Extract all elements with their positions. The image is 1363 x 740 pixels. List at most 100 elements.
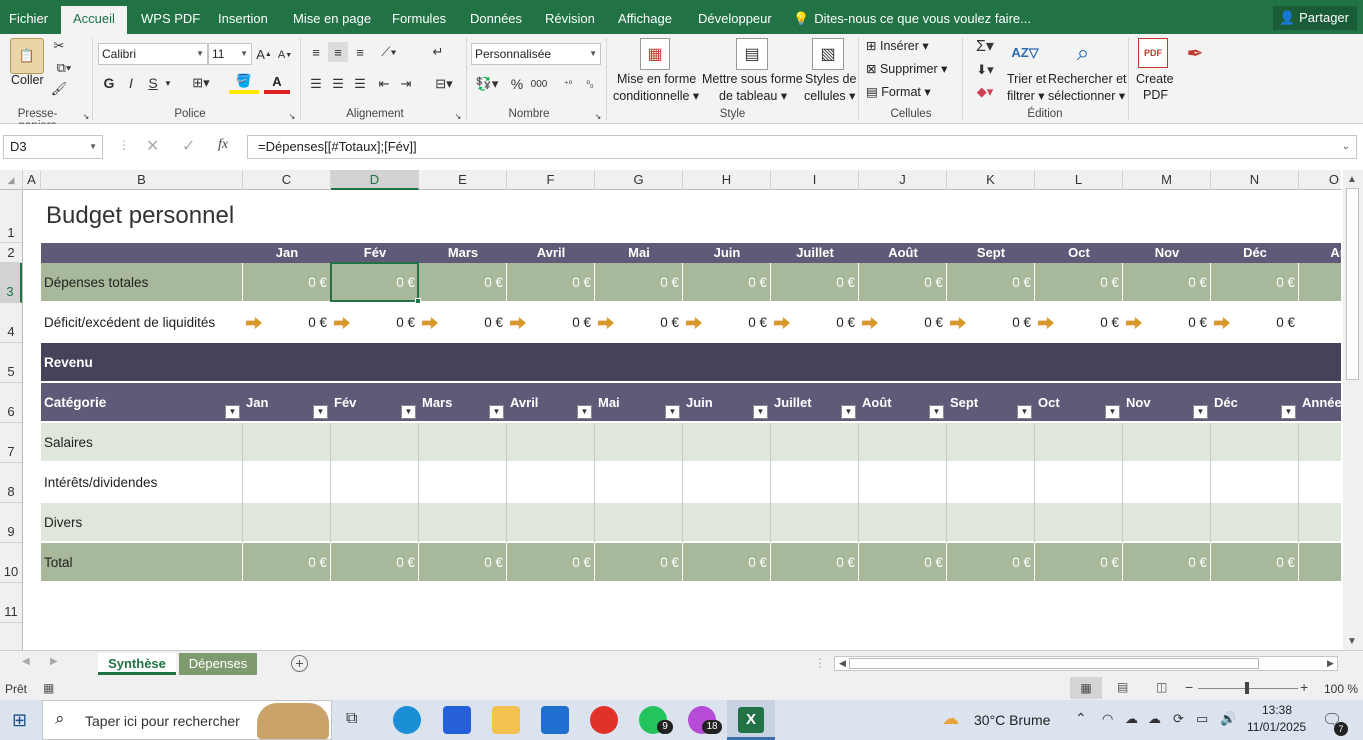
align-left-icon[interactable]: ☰	[306, 74, 326, 94]
column-header[interactable]: A	[23, 170, 41, 190]
total-value[interactable]: 0 €	[683, 555, 769, 570]
chevron-down-icon[interactable]: ▼	[163, 76, 173, 90]
clock-time[interactable]: 13:38	[1262, 703, 1292, 717]
tab-donnees[interactable]: Données	[470, 0, 522, 34]
scroll-right-icon[interactable]: ▶	[1327, 658, 1334, 669]
tab-affichage[interactable]: Affichage	[618, 0, 672, 34]
zoom-in-icon[interactable]: +	[1300, 679, 1308, 695]
total-value[interactable]: 0 €	[1211, 555, 1297, 570]
sort-filter-label-1[interactable]: Trier et	[1007, 72, 1046, 86]
row-header[interactable]: 9	[0, 503, 22, 543]
scroll-left-icon[interactable]: ◀	[839, 658, 846, 669]
deficit-value[interactable]: 0 €	[859, 315, 945, 330]
windows-start-icon[interactable]: ⊞	[12, 710, 27, 731]
insert-cells-button[interactable]: ⊞ Insérer ▾	[866, 38, 929, 53]
file-explorer-icon[interactable]	[492, 706, 520, 734]
delete-cells-button[interactable]: ⊠ Supprimer ▾	[866, 61, 947, 76]
cut-icon[interactable]: ✂	[50, 38, 68, 54]
tell-me-box[interactable]: 💡 Dites-nous ce que vous voulez faire...	[793, 0, 1031, 34]
expense-value[interactable]: 0 €	[1211, 275, 1297, 290]
total-value[interactable]: 0 €	[859, 555, 945, 570]
row-header[interactable]: 3	[0, 263, 22, 303]
sync-icon[interactable]: ⟳	[1173, 711, 1184, 727]
column-header[interactable]: K	[947, 170, 1035, 190]
expense-value[interactable]: 0 €	[859, 275, 945, 290]
row-header[interactable]: 2	[0, 243, 22, 263]
pdf-icon[interactable]: PDF	[1138, 38, 1168, 68]
excel-taskbar-button[interactable]: X	[727, 700, 775, 740]
expense-value[interactable]: 0 €	[419, 275, 505, 290]
page-layout-view-icon[interactable]: ▤	[1117, 680, 1128, 694]
conditional-format-label-2[interactable]: conditionnelle ▾	[613, 88, 699, 103]
expense-value[interactable]: 0 €	[507, 275, 593, 290]
deficit-value[interactable]: 0 €	[947, 315, 1033, 330]
column-header[interactable]: F	[507, 170, 595, 190]
edge-icon[interactable]	[393, 706, 421, 734]
total-value[interactable]: 0 €	[243, 555, 329, 570]
align-middle-icon[interactable]: ≡	[328, 42, 348, 62]
insert-function-button[interactable]: fx	[218, 137, 228, 153]
worksheet-grid[interactable]: Budget personnel Dépenses totales Défici…	[23, 190, 1341, 650]
row-header[interactable]: 5	[0, 343, 22, 383]
horizontal-scrollbar[interactable]: ◀ ▶	[834, 656, 1338, 671]
expense-value[interactable]: 0 €	[243, 275, 329, 290]
row-header[interactable]: 1	[0, 190, 22, 243]
zoom-level[interactable]: 100 %	[1324, 682, 1358, 696]
next-sheet-icon[interactable]: ▶	[50, 656, 58, 667]
bold-button[interactable]: G	[100, 74, 118, 92]
tab-accueil[interactable]: Accueil	[61, 6, 127, 37]
scroll-down-icon[interactable]: ▼	[1347, 636, 1357, 647]
orientation-icon[interactable]: ⟋▾	[374, 42, 404, 62]
total-value[interactable]: 0 €	[419, 555, 505, 570]
paste-icon[interactable]: 📋	[10, 38, 44, 74]
dialog-launcher-icon[interactable]: ↘	[82, 112, 90, 121]
filter-dropdown-icon[interactable]: ▼	[753, 405, 768, 419]
filter-dropdown-icon[interactable]: ▼	[1105, 405, 1120, 419]
create-pdf-label-2[interactable]: PDF	[1143, 88, 1168, 102]
dialog-launcher-icon[interactable]: ↘	[594, 112, 602, 121]
borders-icon[interactable]: ⊞▾	[187, 74, 215, 92]
tab-formules[interactable]: Formules	[392, 0, 446, 34]
cell-styles-label-2[interactable]: cellules ▾	[804, 88, 855, 103]
clock-date[interactable]: 11/01/2025	[1247, 720, 1306, 734]
mail-icon[interactable]	[541, 706, 569, 734]
filter-dropdown-icon[interactable]: ▼	[665, 405, 680, 419]
clear-icon[interactable]: ◆▾	[970, 82, 1000, 102]
total-value[interactable]: 0 €	[595, 555, 681, 570]
store-icon[interactable]	[443, 706, 471, 734]
volume-icon[interactable]: 🔊	[1220, 711, 1236, 727]
copy-icon[interactable]: ⧉▾	[50, 60, 78, 76]
deficit-value[interactable]: 0 €	[507, 315, 593, 330]
weather-text[interactable]: 30°C Brume	[974, 712, 1050, 728]
column-header[interactable]: O	[1299, 170, 1341, 190]
conditional-format-label-1[interactable]: Mise en forme	[617, 72, 696, 86]
taskbar-search-box[interactable]: ⌕ Taper ici pour rechercher	[42, 700, 332, 740]
cancel-icon[interactable]: ✕	[146, 136, 159, 156]
fill-handle[interactable]	[415, 298, 421, 304]
deficit-value[interactable]: 0 €	[1211, 315, 1297, 330]
total-value[interactable]: 0 €	[331, 555, 417, 570]
sheet-tab-depenses[interactable]: Dépenses	[179, 653, 257, 675]
task-view-icon[interactable]: ⧉	[346, 710, 357, 728]
row-header[interactable]: 11	[0, 583, 22, 623]
dialog-launcher-icon[interactable]: ↘	[288, 112, 296, 121]
name-box[interactable]: D3 ▼	[3, 135, 103, 159]
column-header[interactable]: L	[1035, 170, 1123, 190]
vertical-scrollbar[interactable]: ▲ ▼	[1343, 170, 1363, 650]
fill-icon[interactable]: ⬇▾	[970, 60, 1000, 80]
merge-center-icon[interactable]: ⊟▾	[428, 74, 460, 94]
filter-dropdown-icon[interactable]: ▼	[577, 405, 592, 419]
prev-sheet-icon[interactable]: ◀	[22, 656, 30, 667]
autosum-icon[interactable]: Σ▾	[970, 36, 1000, 56]
align-bottom-icon[interactable]: ≡	[350, 42, 370, 62]
tab-revision[interactable]: Révision	[545, 0, 595, 34]
deficit-value[interactable]: 0 €	[771, 315, 857, 330]
currency-icon[interactable]: 💱▾	[472, 74, 502, 94]
expense-value[interactable]: 0 €	[1123, 275, 1209, 290]
normal-view-icon[interactable]: ▦	[1070, 677, 1102, 699]
font-color-icon[interactable]: A	[264, 72, 290, 94]
find-select-label-1[interactable]: Rechercher et	[1048, 72, 1127, 86]
number-format-select[interactable]: Personnalisée ▼	[471, 43, 601, 65]
enter-icon[interactable]: ✓	[182, 136, 195, 156]
italic-button[interactable]: I	[122, 74, 140, 92]
